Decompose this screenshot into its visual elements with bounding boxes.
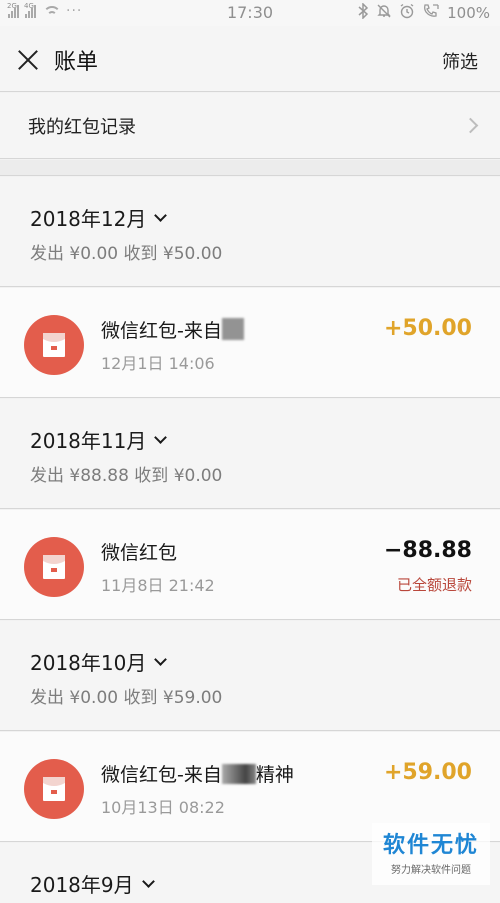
page-title: 账单: [54, 44, 98, 76]
month-selector[interactable]: 2018年11月: [30, 425, 165, 454]
status-bar: 2G 4G ··· 17:30 100%: [0, 0, 500, 26]
month-selector[interactable]: 2018年10月: [30, 647, 165, 676]
redacted-name: [222, 764, 256, 784]
transaction-row[interactable]: 微信红包-来自 12月1日 14:06 +50.00: [0, 288, 500, 398]
chevron-down-icon: [154, 431, 167, 444]
transaction-title-text: 微信红包-来自: [101, 320, 222, 342]
month-summary: 发出 ¥0.00 收到 ¥59.00: [30, 683, 222, 708]
transaction-row[interactable]: 微信红包 11月8日 21:42 −88.88 已全额退款: [0, 510, 500, 620]
month-title: 2018年10月: [30, 647, 146, 676]
chevron-down-icon: [142, 875, 155, 888]
transaction-title-text: 微信红包-来自: [101, 764, 222, 786]
section-divider: [0, 160, 500, 176]
transaction-title: 微信红包-来自: [101, 316, 244, 343]
transaction-time: 10月13日 08:22: [101, 794, 225, 818]
bluetooth-icon: [357, 3, 369, 23]
transaction-title: 微信红包: [101, 538, 177, 565]
battery-level: 100%: [447, 4, 490, 22]
mute-icon: [376, 3, 392, 23]
transaction-title-suffix: 精神: [256, 764, 294, 786]
red-packet-records-row[interactable]: 我的红包记录: [0, 93, 500, 159]
transaction-amount: +59.00: [384, 760, 472, 785]
refund-status: 已全额退款: [397, 574, 472, 595]
red-packet-icon: [24, 537, 84, 597]
month-summary: 发出 ¥0.00 收到 ¥50.00: [30, 239, 222, 264]
month-title: 2018年11月: [30, 425, 146, 454]
chevron-down-icon: [154, 653, 167, 666]
redacted-name: [222, 318, 244, 340]
filter-button[interactable]: 筛选: [442, 48, 478, 74]
watermark-subtitle: 努力解决软件问题: [372, 861, 490, 876]
red-packet-icon: [24, 315, 84, 375]
transaction-time: 11月8日 21:42: [101, 572, 215, 596]
month-title: 2018年12月: [30, 203, 146, 232]
transaction-amount: +50.00: [384, 316, 472, 341]
call-icon: [422, 3, 440, 23]
chevron-right-icon: [463, 118, 479, 134]
watermark-title: 软件无忧: [372, 827, 490, 859]
transaction-time: 12月1日 14:06: [101, 350, 215, 374]
status-right: 100%: [357, 3, 490, 23]
red-packet-records-label: 我的红包记录: [28, 113, 136, 139]
transaction-title: 微信红包-来自 精神: [101, 760, 294, 787]
header-bar: 账单 筛选: [0, 26, 500, 92]
transaction-amount: −88.88: [384, 538, 472, 563]
red-packet-icon: [24, 759, 84, 819]
month-summary: 发出 ¥88.88 收到 ¥0.00: [30, 461, 222, 486]
month-header-nov: 2018年11月 发出 ¥88.88 收到 ¥0.00: [0, 399, 500, 509]
alarm-icon: [399, 3, 415, 23]
month-title: 2018年9月: [30, 869, 134, 898]
month-header-dec: 2018年12月 发出 ¥0.00 收到 ¥50.00: [0, 177, 500, 287]
chevron-down-icon: [154, 209, 167, 222]
close-icon[interactable]: [16, 48, 40, 72]
site-watermark: 软件无忧 努力解决软件问题: [372, 823, 490, 885]
month-selector[interactable]: 2018年12月: [30, 203, 165, 232]
month-selector[interactable]: 2018年9月: [30, 869, 153, 898]
month-header-oct: 2018年10月 发出 ¥0.00 收到 ¥59.00: [0, 621, 500, 731]
